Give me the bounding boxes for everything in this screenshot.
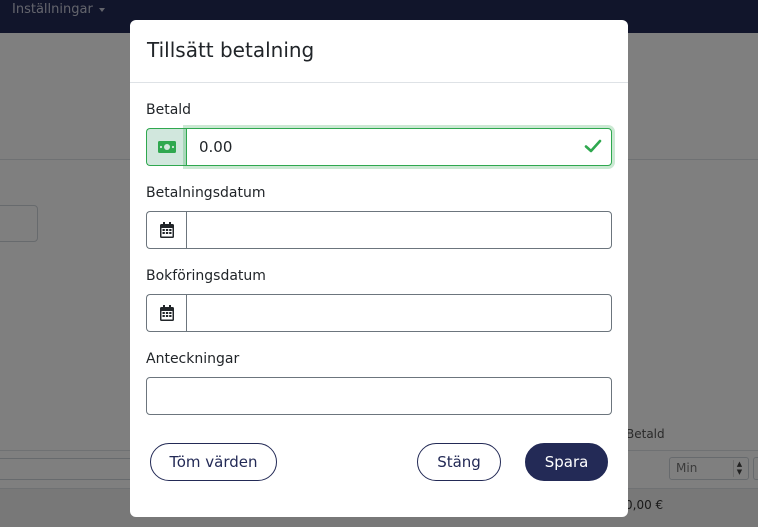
save-button[interactable]: Spara [525, 443, 608, 481]
money-bill-icon [146, 128, 186, 166]
notes-input[interactable] [146, 377, 612, 415]
payment-date-input-group [146, 211, 612, 249]
paid-input-wrap [186, 128, 612, 166]
booking-date-input[interactable] [186, 294, 612, 332]
booking-date-input-group [146, 294, 612, 332]
calendar-icon[interactable] [146, 294, 186, 332]
checkmark-icon [584, 137, 602, 159]
paid-label: Betald [146, 102, 192, 118]
close-button[interactable]: Stäng [417, 443, 501, 481]
calendar-icon[interactable] [146, 211, 186, 249]
clear-values-button[interactable]: Töm värden [150, 443, 277, 481]
booking-date-label: Bokföringsdatum [146, 268, 266, 284]
notes-label: Anteckningar [146, 351, 240, 367]
payment-date-input[interactable] [186, 211, 612, 249]
payment-modal: Tillsätt betalning Betald Betalningsdatu… [130, 20, 628, 517]
paid-input[interactable] [186, 128, 612, 166]
modal-header: Tillsätt betalning [130, 20, 628, 83]
payment-date-label: Betalningsdatum [146, 185, 266, 201]
modal-title: Tillsätt betalning [147, 38, 315, 62]
paid-input-group [146, 128, 612, 166]
